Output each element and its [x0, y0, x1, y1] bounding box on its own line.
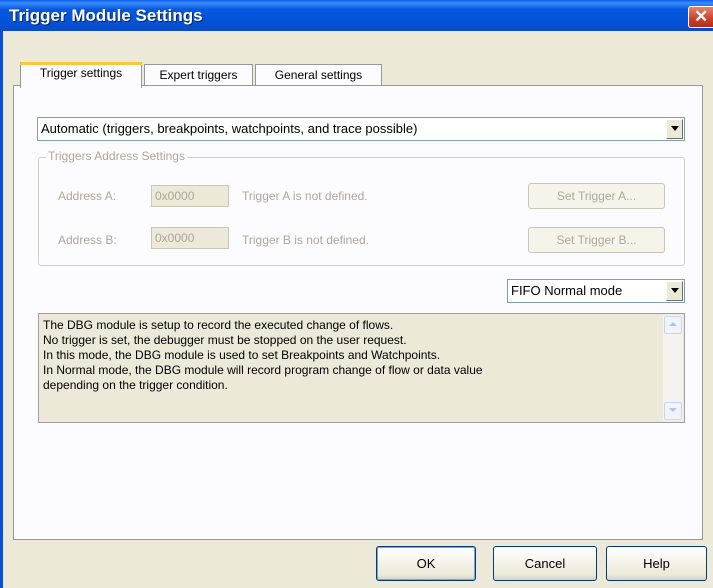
fifo-mode-select[interactable]: FIFO Normal mode: [507, 279, 685, 303]
cancel-button[interactable]: Cancel: [493, 546, 597, 581]
tab-general-settings[interactable]: General settings: [255, 64, 382, 86]
window-border: [0, 31, 3, 588]
tab-label: General settings: [274, 68, 363, 82]
description-line: The DBG module is setup to record the ex…: [43, 318, 394, 332]
trigger-b-status: Trigger B is not defined.: [242, 233, 369, 247]
close-icon: ✕: [694, 7, 709, 26]
dialog-window: Trigger Module Settings ✕ Trigger settin…: [0, 0, 713, 588]
vertical-scrollbar[interactable]: [663, 315, 683, 421]
set-trigger-b-button[interactable]: Set Trigger B...: [528, 227, 665, 253]
tab-expert-triggers[interactable]: Expert triggers: [144, 64, 253, 86]
scroll-down-button[interactable]: [664, 402, 682, 420]
address-b-input[interactable]: 0x0000: [151, 227, 229, 249]
ok-button[interactable]: OK: [376, 546, 476, 581]
set-trigger-a-button[interactable]: Set Trigger A...: [528, 183, 665, 209]
mode-description-text[interactable]: The DBG module is setup to record the ex…: [38, 313, 685, 423]
address-a-input[interactable]: 0x0000: [151, 185, 229, 207]
group-legend: Triggers Address Settings: [46, 149, 187, 163]
title-bar[interactable]: Trigger Module Settings ✕: [0, 0, 713, 31]
chevron-down-icon: [669, 408, 677, 412]
fifo-mode-value: FIFO Normal mode: [511, 283, 623, 298]
trigger-a-status: Trigger A is not defined.: [242, 189, 368, 203]
description-line: No trigger is set, the debugger must be …: [43, 333, 407, 347]
tab-label: Trigger settings: [39, 66, 123, 80]
description-line: In this mode, the DBG module is used to …: [43, 348, 441, 362]
tab-label: Expert triggers: [159, 68, 238, 82]
address-a-label: Address A:: [58, 189, 117, 203]
description-line: In Normal mode, the DBG module will reco…: [43, 363, 483, 377]
trigger-mode-select[interactable]: Automatic (triggers, breakpoints, watchp…: [37, 117, 685, 141]
trigger-mode-value: Automatic (triggers, breakpoints, watchp…: [41, 121, 418, 136]
address-b-label: Address B:: [58, 233, 117, 247]
chevron-up-icon: [669, 322, 677, 326]
scroll-up-button[interactable]: [664, 316, 682, 334]
chevron-down-icon[interactable]: [666, 119, 683, 139]
tab-trigger-settings[interactable]: Trigger settings: [20, 62, 142, 88]
window-title: Trigger Module Settings: [9, 6, 203, 25]
help-button[interactable]: Help: [606, 546, 707, 581]
description-line: depending on the trigger condition.: [43, 378, 228, 392]
close-button[interactable]: ✕: [688, 6, 713, 28]
chevron-down-icon[interactable]: [666, 281, 683, 301]
